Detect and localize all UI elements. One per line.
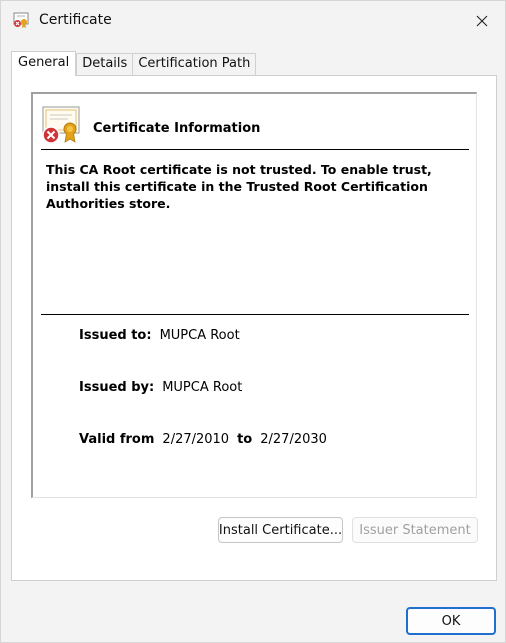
trust-warning-text: This CA Root certificate is not trusted.… xyxy=(46,162,432,211)
ok-button[interactable]: OK xyxy=(406,607,496,635)
title-bar: Certificate xyxy=(1,1,505,41)
tab-certification-path[interactable]: Certification Path xyxy=(133,53,257,75)
window-title: Certificate xyxy=(39,12,112,28)
divider-middle xyxy=(41,314,469,315)
issued-to-row: Issued to: MUPCA Root xyxy=(79,328,240,343)
certificate-info-panel: Certificate Information This CA Root cer… xyxy=(31,92,477,498)
tab-general[interactable]: General xyxy=(11,51,77,76)
tab-details[interactable]: Details xyxy=(76,53,134,75)
valid-to-value: 2/27/2030 xyxy=(260,432,327,447)
info-heading: Certificate Information xyxy=(93,121,261,136)
issued-to-label: Issued to: xyxy=(79,328,152,343)
issuer-statement-button: Issuer Statement xyxy=(352,517,478,543)
validity-row: Valid from 2/27/2010 to 2/27/2030 xyxy=(79,432,327,447)
close-icon xyxy=(476,15,488,27)
issued-to-value: MUPCA Root xyxy=(159,328,240,343)
certificate-app-icon xyxy=(12,11,30,29)
issued-by-row: Issued by: MUPCA Root xyxy=(79,380,242,395)
divider-top xyxy=(41,149,469,150)
close-button[interactable] xyxy=(459,1,505,41)
certificate-untrusted-icon xyxy=(41,106,81,144)
issued-by-label: Issued by: xyxy=(79,380,155,395)
issued-by-value: MUPCA Root xyxy=(162,380,243,395)
valid-from-value: 2/27/2010 xyxy=(162,432,230,447)
valid-from-label: Valid from xyxy=(79,432,155,447)
tab-strip: General Details Certification Path xyxy=(11,51,257,76)
general-tab-page: Certificate Information This CA Root cer… xyxy=(11,75,497,581)
certificate-dialog: Certificate General Details Certificatio… xyxy=(0,0,506,643)
valid-to-label: to xyxy=(237,432,253,447)
install-certificate-button[interactable]: Install Certificate... xyxy=(218,517,343,543)
